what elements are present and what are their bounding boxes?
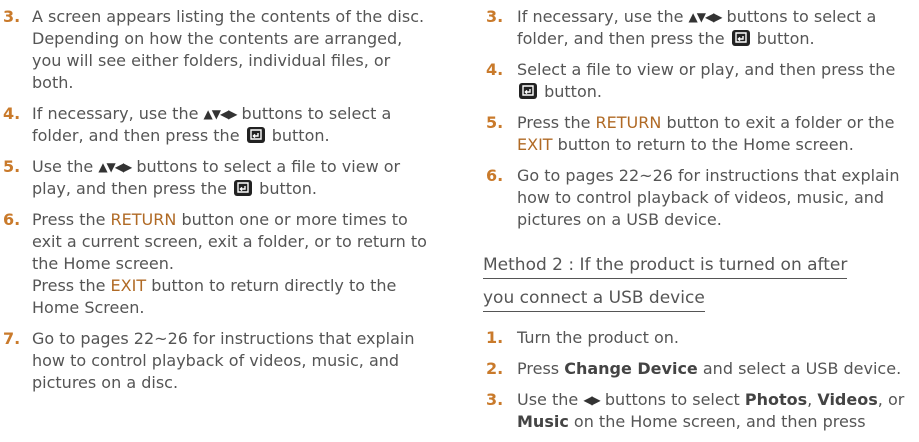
direction-arrows-icon: ▲▼◀▶ (98, 160, 132, 174)
right-step-6: 6. Go to pages 22~26 for instructions th… (483, 165, 915, 231)
method-2-heading: Method 2 : If the product is turned on a… (483, 249, 915, 315)
return-key-label: RETURN (595, 113, 662, 132)
step-number: 3. (486, 390, 504, 409)
method-heading-line: you connect a USB device (483, 288, 705, 312)
left-column: 3. A screen appears listing the contents… (0, 6, 430, 403)
left-step-6: 6. Press the RETURN button one or more t… (0, 209, 430, 319)
step-number: 6. (486, 166, 504, 185)
step-number: 5. (3, 157, 21, 176)
step-text: and select a USB device. (702, 359, 902, 378)
step-subparagraph: Press the EXIT button to return directly… (32, 275, 430, 319)
method-step-1: 1. Turn the product on. (483, 327, 915, 349)
step-number: 6. (3, 210, 21, 229)
step-text: Use the (517, 390, 579, 409)
right-step-5: 5. Press the RETURN button to exit a fol… (483, 112, 915, 156)
left-step-4: 4. If necessary, use the ▲▼◀▶ buttons to… (0, 103, 430, 147)
direction-arrows-icon: ▲▼◀▶ (203, 107, 238, 121)
step-text: Use the (32, 157, 94, 176)
direction-arrows-icon: ▲▼◀▶ (688, 10, 723, 24)
step-body: Press the RETURN button one or more time… (32, 209, 430, 319)
step-text: Select a file to view or play, and then … (517, 60, 896, 79)
step-text: If necessary, use the (32, 104, 199, 123)
enter-button-icon (246, 127, 265, 143)
step-text: Go to pages 22~26 for instructions that … (517, 166, 900, 229)
step-text: on the Home screen, and then press (573, 412, 866, 431)
method-step-2: 2. Press Change Device and select a USB … (483, 358, 915, 380)
exit-key-label: EXIT (110, 276, 147, 295)
step-text: button to exit a folder or the (666, 113, 895, 132)
left-right-arrows-icon: ◀▶ (583, 393, 600, 407)
left-step-3: 3. A screen appears listing the contents… (0, 6, 430, 94)
step-text: or (887, 390, 905, 409)
method-step-3: 3. Use the ◀▶ buttons to select Photos, … (483, 389, 915, 433)
step-body: Use the ◀▶ buttons to select Photos, Vid… (517, 389, 915, 433)
step-number: 7. (3, 329, 21, 348)
enter-button-icon (731, 30, 750, 46)
step-text: Turn the product on. (517, 328, 679, 347)
method-heading-line: Method 2 : If the product is turned on a… (483, 255, 848, 279)
return-key-label: RETURN (110, 210, 177, 229)
change-device-label: Change Device (564, 359, 698, 378)
music-label: Music (517, 412, 569, 431)
step-text: A screen appears listing the contents of… (32, 7, 425, 92)
step-number: 4. (3, 104, 21, 123)
step-number: 5. (486, 113, 504, 132)
step-text: Press the (517, 113, 591, 132)
right-step-4: 4. Select a file to view or play, and th… (483, 59, 915, 103)
step-text: Press (517, 359, 560, 378)
step-text: button. (259, 179, 318, 198)
step-text: If necessary, use the (517, 7, 684, 26)
left-step-5: 5. Use the ▲▼◀▶ buttons to select a file… (0, 156, 430, 200)
step-number: 3. (486, 7, 504, 26)
step-number: 2. (486, 359, 504, 378)
step-text: button. (271, 126, 330, 145)
step-body: Use the ▲▼◀▶ buttons to select a file to… (32, 156, 430, 200)
step-body: If necessary, use the ▲▼◀▶ buttons to se… (517, 6, 915, 50)
step-text: , (807, 390, 813, 409)
step-number: 4. (486, 60, 504, 79)
step-text: Go to pages 22~26 for instructions that … (32, 329, 415, 392)
step-text: button to return to the Home screen. (557, 135, 854, 154)
step-body: Press Change Device and select a USB dev… (517, 358, 915, 380)
enter-button-icon (519, 83, 537, 99)
photos-label: Photos (744, 390, 808, 409)
left-step-7: 7. Go to pages 22~26 for instructions th… (0, 328, 430, 394)
step-text: , (877, 390, 883, 409)
step-body: Press the RETURN button to exit a folder… (517, 112, 915, 156)
step-body: If necessary, use the ▲▼◀▶ buttons to se… (32, 103, 430, 147)
exit-key-label: EXIT (517, 135, 553, 154)
step-text: Press the (32, 276, 106, 295)
step-number: 1. (486, 328, 504, 347)
step-body: Select a file to view or play, and then … (517, 59, 915, 103)
right-column: 3. If necessary, use the ▲▼◀▶ buttons to… (483, 6, 915, 442)
step-text: button. (756, 29, 815, 48)
step-text: buttons to select (604, 390, 740, 409)
step-text: button. (544, 82, 602, 101)
videos-label: Videos (817, 390, 878, 409)
step-text: Press the (32, 210, 106, 229)
step-number: 3. (3, 7, 21, 26)
enter-button-icon (234, 180, 253, 196)
right-step-3: 3. If necessary, use the ▲▼◀▶ buttons to… (483, 6, 915, 50)
